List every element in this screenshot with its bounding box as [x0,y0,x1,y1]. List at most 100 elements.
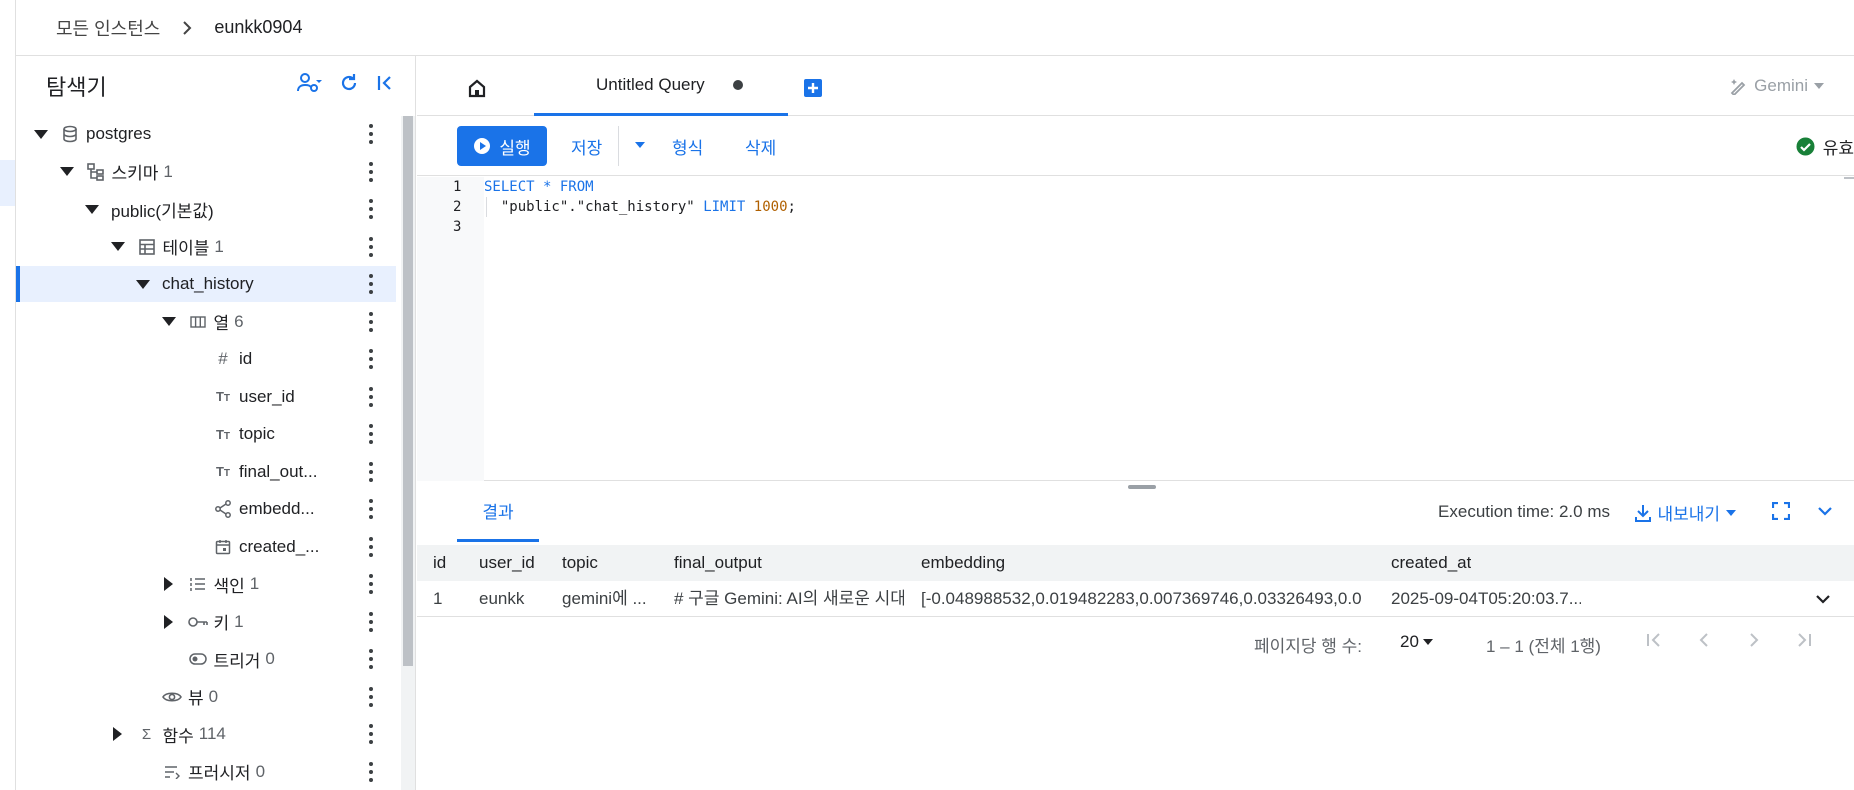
tree-item[interactable]: 색인 1 [16,566,396,602]
save-button[interactable]: 저장 [571,134,602,159]
more-vert-icon[interactable] [368,461,374,482]
column-header[interactable]: final_output [674,545,762,581]
tree-item-label: 함수 [162,726,194,746]
refresh-button[interactable] [339,73,359,93]
table-icon [137,238,157,255]
more-vert-icon[interactable] [368,761,374,782]
expand-more-caret-icon[interactable] [160,575,178,593]
row-expand-button[interactable] [1814,590,1832,608]
tree-item[interactable]: chat_history [16,266,396,302]
editor-scrollbar[interactable] [1844,177,1854,179]
export-button[interactable]: 내보내기 [1635,500,1736,525]
tree-item-count: 1 [234,611,244,631]
tree-item[interactable]: embedd... [16,491,396,527]
tree-item[interactable]: 뷰0 [16,679,396,715]
column-header[interactable]: topic [562,545,598,581]
first-page-button[interactable] [1644,630,1664,650]
explorer-title: 탐색기 [46,75,107,100]
tab-untitled-query[interactable]: Untitled Query [534,56,788,116]
chevron-down-icon [1816,595,1830,604]
more-vert-icon[interactable] [368,386,374,407]
user-settings-menu-button[interactable] [297,72,323,94]
column-header[interactable]: embedding [921,545,1005,581]
tree-item-label: final_out... [239,461,318,481]
sql-code[interactable]: SELECT * FROM "public"."chat_history" LI… [484,177,796,257]
expand-more-caret-icon[interactable] [160,613,178,631]
expand-less-caret-icon[interactable] [160,313,178,331]
collapse-panel-button[interactable] [375,73,395,93]
tree-item-count: 0 [255,761,266,781]
more-vert-icon[interactable] [368,424,374,444]
chevron-down-icon [1818,507,1832,516]
previous-page-button[interactable] [1694,630,1714,650]
expand-more-caret-icon[interactable] [109,725,127,743]
tree-item[interactable]: 프러시저 0 [16,754,396,790]
more-vert-icon[interactable] [368,199,374,219]
chevron-right-icon [182,20,192,35]
toolbar-divider [618,126,619,166]
more-vert-icon[interactable] [368,536,374,557]
more-vert-icon[interactable] [368,499,374,519]
breadcrumb-root-link[interactable]: 모든 인스턴스 [56,15,160,41]
tab-results[interactable]: 결과 [457,482,539,542]
tree-item[interactable]: public(기본값) [16,191,396,227]
expand-less-caret-icon[interactable] [109,238,127,256]
tree-item[interactable]: TT topic [16,416,396,452]
tree-item[interactable]: postgres [16,116,396,152]
export-label: 내보내기 [1657,505,1720,524]
sql-editor[interactable]: 1 2 3 SELECT * FROM "public"."chat_histo… [417,177,1854,481]
more-vert-icon[interactable] [368,724,374,744]
tree-item[interactable]: TT user_id [16,379,396,415]
index-icon [188,577,208,591]
fullscreen-icon [1772,502,1790,520]
expand-less-caret-icon[interactable] [32,125,50,143]
text-type-icon: TT [215,464,231,479]
tree-item[interactable]: TT final_out... [16,454,396,490]
column-header[interactable]: user_id [479,545,535,581]
more-vert-icon[interactable] [368,161,374,182]
save-options-dropdown[interactable] [635,142,645,148]
tree-item[interactable]: created_... [16,529,396,565]
more-vert-icon[interactable] [368,274,374,294]
more-vert-icon[interactable] [368,349,374,369]
delete-button[interactable]: 삭제 [745,134,776,159]
table-row[interactable]: 2025-09-04T05:20:03.7... [-0.048988532,0.… [417,581,1854,617]
explorer-panel: 탐색기 postgres 스키마 1 public(기본값) 테이블 1 cha… [16,56,425,790]
expand-less-caret-icon[interactable] [58,163,76,181]
home-tab[interactable] [467,78,487,98]
tree-item-label: 키 [213,614,230,633]
left-rail-selected-item[interactable] [0,160,15,206]
gemini-menu-button[interactable]: Gemini [1730,76,1824,96]
collapse-results-button[interactable] [1816,502,1834,520]
more-vert-icon[interactable] [368,686,374,707]
new-tab-button[interactable] [803,78,823,98]
fullscreen-button[interactable] [1772,502,1790,520]
expand-less-caret-icon[interactable] [134,275,152,293]
query-validation-status: 유효 [1796,134,1854,159]
rows-per-page-select[interactable]: 20 [1400,632,1433,652]
next-page-button[interactable] [1744,630,1764,650]
more-vert-icon[interactable] [368,124,374,144]
expand-less-caret-icon[interactable] [83,200,101,218]
tree-item[interactable]: 키1 [16,604,396,640]
more-vert-icon[interactable] [368,649,374,669]
tree-item-count: 114 [198,724,226,743]
more-vert-icon[interactable] [368,236,374,257]
last-page-button[interactable] [1794,630,1814,650]
format-button[interactable]: 형식 [672,134,703,159]
tree-item[interactable]: 테이블 1 [16,229,396,265]
more-vert-icon[interactable] [368,311,374,332]
explorer-scrollbar-thumb[interactable] [403,116,413,666]
more-vert-icon[interactable] [368,574,374,594]
tree-item[interactable]: # id [16,341,396,377]
column-header[interactable]: created_at [1391,545,1471,581]
tree-item[interactable]: 트리거 0 [16,641,396,677]
tree-item[interactable]: Σ 함수 114 [16,716,396,752]
tree-item[interactable]: 열6 [16,304,396,340]
tree-item[interactable]: 스키마 1 [16,154,396,190]
column-header[interactable]: id [433,545,446,581]
run-button[interactable]: 실행 [457,126,547,166]
more-vert-icon[interactable] [368,611,374,632]
